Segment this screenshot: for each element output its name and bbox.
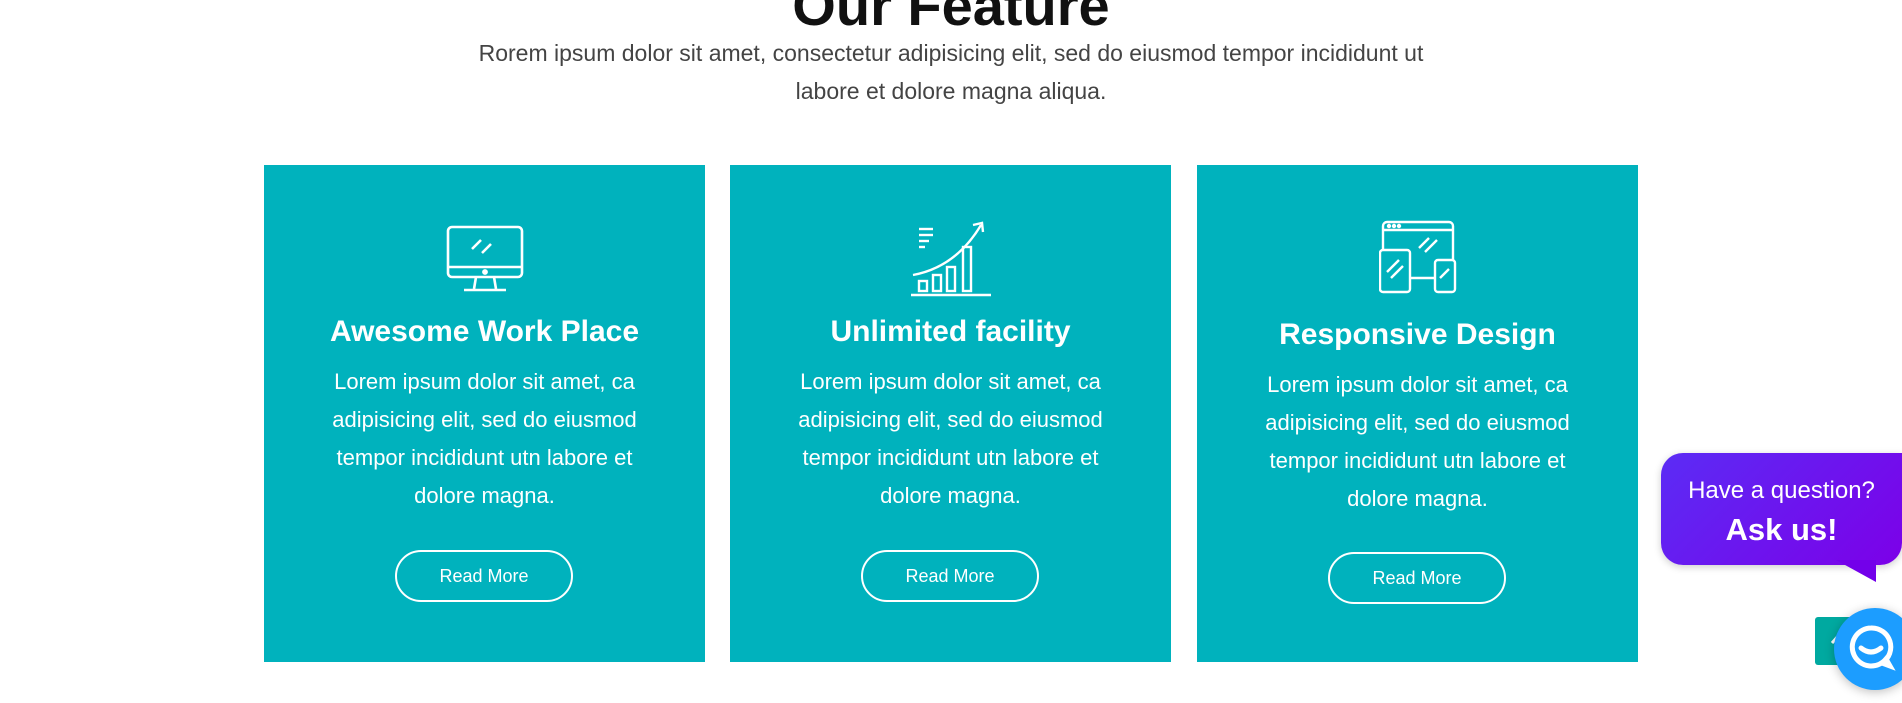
- card-title: Awesome Work Place: [329, 315, 640, 348]
- chat-prompt-bubble[interactable]: Have a question? Ask us!: [1661, 453, 1902, 565]
- card-title: Unlimited facility: [830, 315, 1071, 348]
- chat-bubble-tail: [1836, 560, 1876, 582]
- feature-card-work-place: Awesome Work Place Lorem ipsum dolor sit…: [264, 165, 705, 662]
- feature-card-responsive-design: Responsive Design Lorem ipsum dolor sit …: [1197, 165, 1638, 662]
- chat-cta: Ask us!: [1725, 512, 1838, 547]
- section-subtitle: Rorem ipsum dolor sit amet, consectetur …: [478, 40, 1424, 104]
- feature-card-unlimited-facility: Unlimited facility Lorem ipsum dolor sit…: [730, 165, 1171, 662]
- card-text: Lorem ipsum dolor sit amet, ca adipisici…: [332, 369, 637, 508]
- read-more-button[interactable]: Read More: [395, 550, 573, 602]
- responsive-devices-icon: [1197, 220, 1638, 300]
- section-title: Our Feature: [792, 0, 1110, 37]
- chat-question: Have a question?: [1688, 477, 1875, 504]
- card-text: Lorem ipsum dolor sit amet, ca adipisici…: [1265, 372, 1570, 511]
- chat-bubble-icon: [1846, 622, 1896, 677]
- card-text: Lorem ipsum dolor sit amet, ca adipisici…: [798, 369, 1103, 508]
- monitor-icon: [264, 223, 705, 303]
- read-more-button[interactable]: Read More: [861, 550, 1039, 602]
- growth-chart-icon: [730, 219, 1171, 299]
- read-more-button[interactable]: Read More: [1328, 552, 1506, 604]
- chat-launcher-button[interactable]: [1834, 608, 1902, 690]
- card-title: Responsive Design: [1279, 318, 1556, 351]
